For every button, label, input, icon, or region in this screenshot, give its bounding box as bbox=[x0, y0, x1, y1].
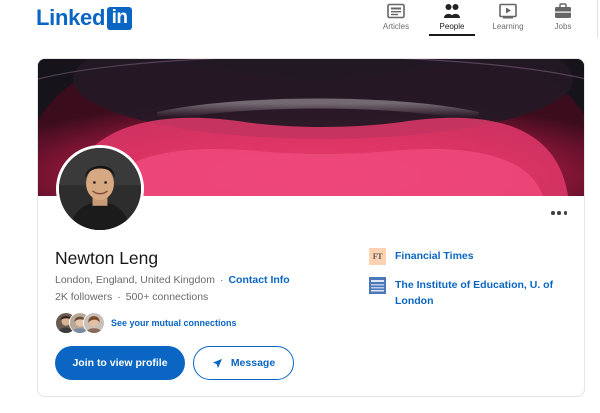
nav-articles[interactable]: Articles bbox=[370, 3, 422, 37]
mutual-connections-link[interactable]: See your mutual connections bbox=[111, 318, 237, 328]
mutual-avatar bbox=[83, 312, 105, 334]
institute-logo-icon bbox=[369, 277, 386, 294]
message-button[interactable]: Message bbox=[193, 346, 294, 380]
people-icon bbox=[444, 4, 460, 18]
profile-card: Newton Leng London, England, United King… bbox=[37, 58, 585, 397]
profile-avatar[interactable] bbox=[56, 145, 144, 233]
ellipsis-dot bbox=[551, 211, 555, 215]
separator-dot: · bbox=[219, 274, 224, 286]
connections-count: 500+ connections bbox=[125, 291, 209, 303]
jobs-icon bbox=[555, 3, 571, 18]
nav-learning[interactable]: Learning bbox=[482, 3, 534, 37]
learning-icon bbox=[499, 3, 517, 19]
profile-location: London, England, United Kingdom bbox=[55, 274, 215, 286]
mutual-avatars bbox=[55, 312, 107, 334]
more-options-button[interactable] bbox=[548, 206, 570, 220]
articles-icon bbox=[387, 3, 405, 19]
main-nav: Articles People Learning Jobs bbox=[0, 0, 600, 40]
nav-people[interactable]: People bbox=[426, 3, 478, 37]
ellipsis-dot bbox=[563, 211, 567, 215]
org-institute-of-education[interactable]: The Institute of Education, U. of London bbox=[369, 277, 565, 309]
contact-info-link[interactable]: Contact Info bbox=[228, 274, 289, 286]
stats-row: 2K followers · 500+ connections bbox=[55, 291, 208, 303]
message-button-label: Message bbox=[230, 357, 276, 369]
nav-divider bbox=[597, 0, 598, 38]
nav-jobs[interactable]: Jobs bbox=[537, 3, 589, 37]
org-name[interactable]: The Institute of Education, U. of London bbox=[395, 277, 565, 309]
financial-times-logo: FT bbox=[369, 248, 386, 265]
send-icon bbox=[212, 358, 222, 368]
location-row: London, England, United Kingdom · Contact … bbox=[55, 274, 290, 286]
mutual-connections[interactable]: See your mutual connections bbox=[55, 312, 237, 334]
nav-jobs-label: Jobs bbox=[554, 22, 572, 31]
nav-articles-label: Articles bbox=[382, 22, 410, 31]
ellipsis-dot bbox=[557, 211, 561, 215]
join-to-view-profile-button[interactable]: Join to view profile bbox=[55, 346, 185, 380]
followers-count: 2K followers bbox=[55, 291, 113, 303]
org-name[interactable]: Financial Times bbox=[395, 248, 565, 264]
active-nav-indicator bbox=[429, 34, 475, 36]
nav-learning-label: Learning bbox=[492, 22, 524, 31]
separator-dot: · bbox=[117, 291, 121, 303]
profile-name: Newton Leng bbox=[55, 248, 159, 268]
org-financial-times[interactable]: FT Financial Times bbox=[369, 248, 565, 265]
top-nav-bar: Linked in Articles People Learning Jobs bbox=[0, 0, 600, 46]
nav-people-label: People bbox=[439, 22, 465, 31]
